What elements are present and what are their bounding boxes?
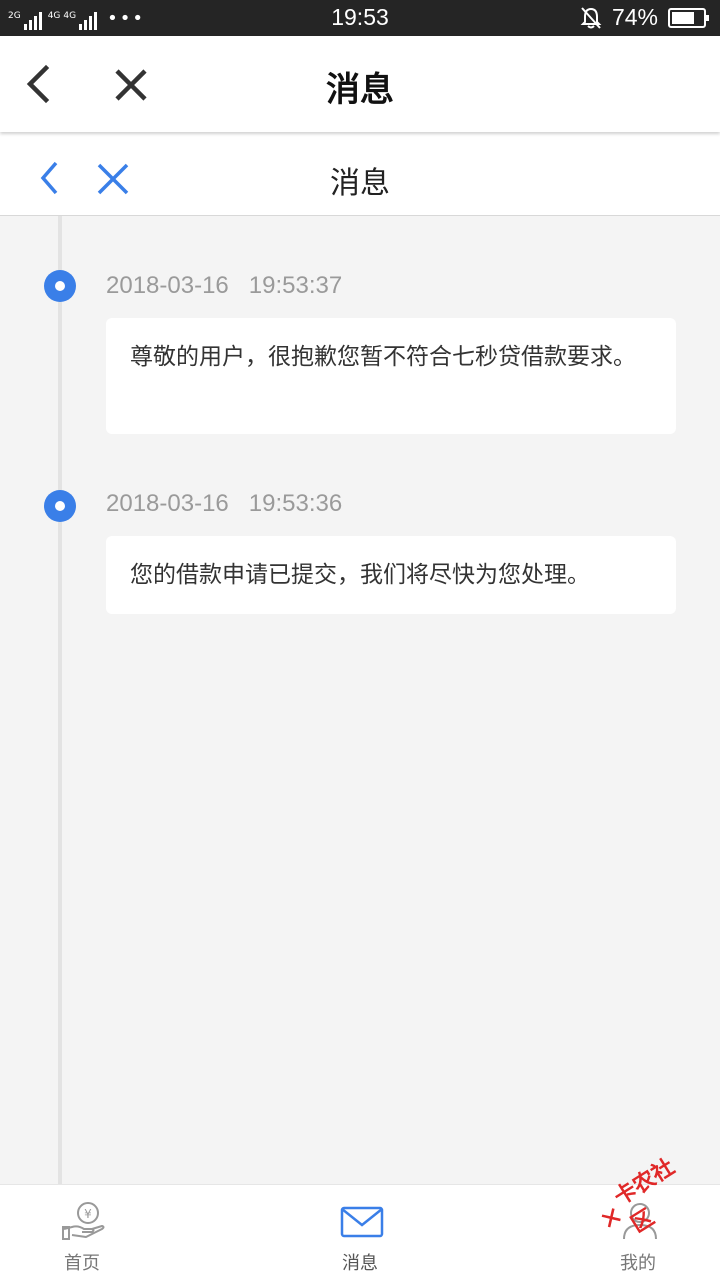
- envelope-icon: [340, 1206, 384, 1238]
- message-text: 尊敬的用户，很抱歉您暂不符合七秒贷借款要求。: [130, 344, 636, 370]
- timeline-dot-icon: [44, 490, 76, 522]
- message-timestamp: 2018-03-16 19:53:36: [106, 490, 342, 518]
- hand-coin-icon: ¥: [62, 1202, 105, 1240]
- status-right: 74%: [580, 4, 709, 31]
- timeline-dot-icon: [44, 270, 76, 302]
- status-bar: 2G 4G 4G ••• 19:53 74%: [0, 0, 720, 36]
- tab-label: 首页: [64, 1253, 100, 1274]
- battery-percent: 74%: [611, 4, 658, 30]
- tab-label: 消息: [342, 1253, 378, 1274]
- message-date: 2018-03-16: [106, 272, 229, 299]
- inner-page-title: 消息: [330, 166, 390, 201]
- message-time: 19:53:36: [248, 490, 343, 517]
- message-card[interactable]: 您的借款申请已提交，我们将尽快为您处理。: [106, 536, 676, 614]
- tab-messages[interactable]: 消息: [300, 1185, 420, 1280]
- inner-header: 消息: [0, 132, 720, 216]
- tab-home[interactable]: ¥ 首页: [22, 1185, 142, 1280]
- message-timestamp: 2018-03-16 19:53:37: [106, 272, 342, 300]
- message-text: 您的借款申请已提交，我们将尽快为您处理。: [130, 562, 590, 588]
- message-date: 2018-03-16: [106, 490, 229, 517]
- outer-header: 消息: [0, 36, 720, 132]
- battery-fill: [672, 11, 694, 24]
- silent-bell-icon: [580, 6, 602, 29]
- message-card[interactable]: 尊敬的用户，很抱歉您暂不符合七秒贷借款要求。: [106, 318, 676, 434]
- tab-label: 我的: [620, 1253, 656, 1274]
- svg-text:¥: ¥: [84, 1207, 92, 1221]
- page-title: 消息: [326, 70, 394, 110]
- message-time: 19:53:37: [248, 272, 343, 299]
- battery-icon: [668, 7, 709, 28]
- timeline-line: [58, 216, 62, 1184]
